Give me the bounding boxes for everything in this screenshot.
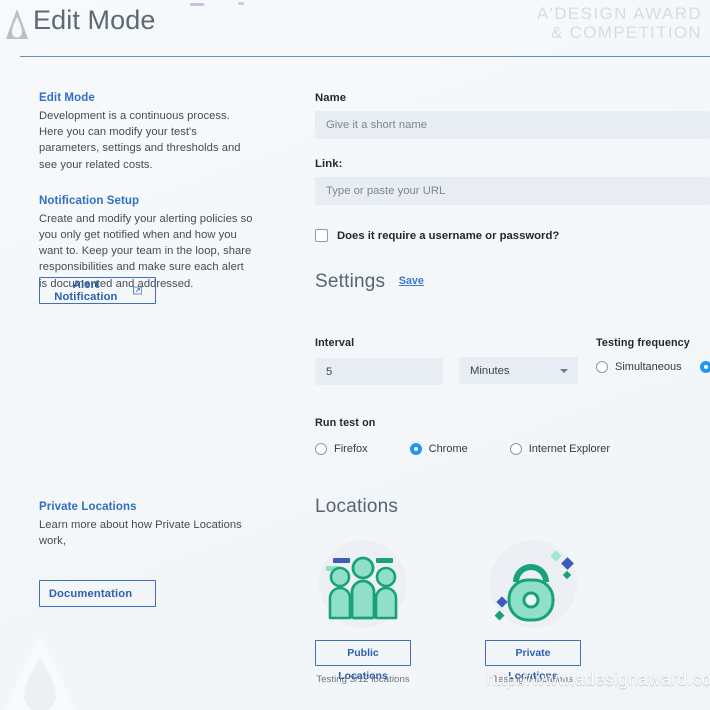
interval-unit-value: Minutes [470,364,510,377]
run-test-on-group: Run test on Firefox Chrome Internet Expl… [315,417,710,455]
interval-group: Interval [315,337,443,385]
award-logo-line-2: & COMPETITION [550,23,702,43]
app-header: Edit Mode A'DESIGN AWARD & COMPETITION [0,0,710,58]
browser-option-internet-explorer[interactable]: Internet Explorer [509,443,611,455]
sidebar-heading-edit-mode: Edit Mode [39,92,95,104]
locations-cards: Public Locations Testing 3/12 locations [315,536,710,685]
chevron-down-icon [560,369,568,373]
page-title: Edit Mode [33,5,156,35]
frequency-option-simultaneous[interactable]: Simultaneous [596,361,682,373]
alert-notification-button[interactable]: Alert Notification [39,277,156,304]
documentation-label: Documentation [48,587,133,600]
interval-input[interactable] [315,358,443,385]
name-input[interactable] [315,111,710,139]
frequency-option-staggered[interactable]: Stag [699,361,710,373]
testing-frequency-label: Testing frequency [596,337,690,349]
documentation-button[interactable]: Documentation [39,580,156,607]
radio-simultaneous[interactable] [596,361,608,373]
public-locations-caption: Testing 3/12 locations [316,674,410,685]
sidebar-heading-private-locations: Private Locations [39,501,137,513]
link-input[interactable] [315,177,710,205]
award-logo: A'DESIGN AWARD & COMPETITION [537,4,702,42]
run-test-on-label: Run test on [315,417,376,429]
settings-title: Settings [315,271,386,292]
link-label: Link: [315,158,343,170]
private-locations-card: Private Locations Testing 0 locations [485,536,581,685]
sidebar-body-private-locations: Learn more about how Private Locations w… [39,519,242,548]
padlock-icon [489,540,577,628]
a-logo-watermark [3,636,77,710]
save-link[interactable]: Save [399,275,424,287]
credentials-label: Does it require a username or password? [337,229,560,242]
radio-internet-explorer[interactable] [509,443,522,455]
settings-controls: Interval Minutes Testing frequency Simul… [315,337,710,455]
interval-unit-select[interactable]: Minutes [459,357,578,384]
credentials-checkbox[interactable] [315,229,328,242]
a-logo-icon [6,9,28,39]
radio-staggered[interactable] [699,361,710,373]
radio-chrome[interactable] [409,443,422,455]
award-logo-line-1: A'DESIGN AWARD [536,4,702,23]
header-divider [20,56,710,57]
credentials-row[interactable]: Does it require a username or password? [315,229,710,242]
public-locations-button[interactable]: Public Locations [315,640,411,682]
sidebar-body-edit-mode: Development is a continuous process. Her… [39,110,241,171]
frequency-label-simultaneous: Simultaneous [615,361,682,373]
main-form: Name Link: Does it require a username or… [315,92,710,293]
testing-frequency-group: Testing frequency Simultaneous Stag [596,337,710,373]
interval-label: Interval [315,337,355,349]
external-link-icon [132,286,142,295]
sidebar-block-edit-mode: Edit Mode Development is a continuous pr… [39,92,254,173]
people-group-icon [319,540,407,628]
browser-option-firefox[interactable]: Firefox [315,443,368,455]
private-locations-button[interactable]: Private Locations [485,640,581,682]
private-locations-caption: Testing 0 locations [493,674,573,685]
sidebar-heading-notification-setup: Notification Setup [39,194,140,207]
browser-label-chrome: Chrome [428,443,468,455]
radio-firefox[interactable] [315,443,327,455]
unit-select-group: Minutes [459,337,578,384]
settings-header: Settings Save [315,271,710,293]
browser-label-internet-explorer: Internet Explorer [528,443,611,455]
sidebar-block-private-locations: Private Locations Learn more about how P… [39,501,254,549]
locations-title: Locations [315,496,399,517]
public-locations-card: Public Locations Testing 3/12 locations [315,536,411,685]
name-label: Name [315,92,347,104]
app-window: Edit Mode A'DESIGN AWARD & COMPETITION E… [0,0,710,710]
browser-option-chrome[interactable]: Chrome [409,443,468,455]
browser-label-firefox: Firefox [334,443,368,455]
alert-notification-label: Alert Notification [54,278,118,303]
locations-section: Locations Public Locations Testing 3/12 … [315,496,710,685]
